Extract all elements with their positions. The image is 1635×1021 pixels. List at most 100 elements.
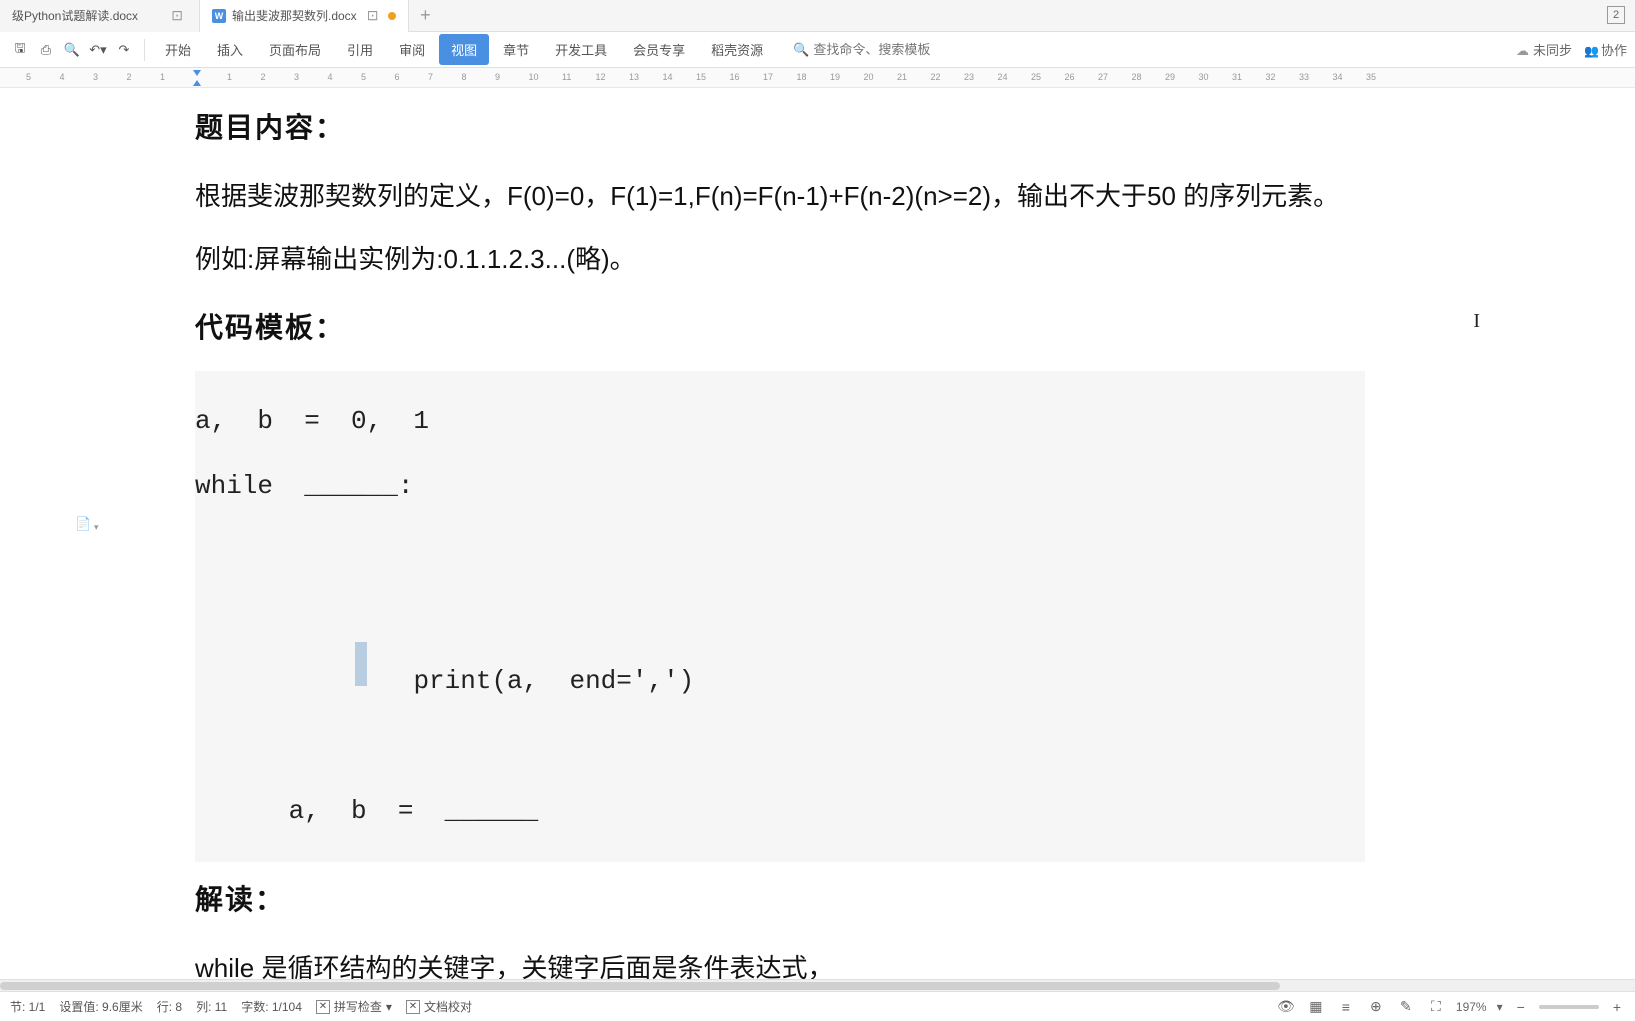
ruler-tick: 7: [428, 72, 433, 82]
page-thumbnail-caret-icon[interactable]: ▾: [94, 522, 99, 533]
spell-check-button[interactable]: ✕ 拼写检查 ▾: [316, 998, 392, 1015]
ruler-tick: 9: [495, 72, 500, 82]
heading-template: 代码模板：: [195, 294, 1365, 361]
sync-status[interactable]: 未同步: [1516, 40, 1572, 59]
menu-page-layout[interactable]: 页面布局: [257, 34, 333, 65]
text-cursor-icon: I: [1473, 310, 1480, 333]
search-input[interactable]: [813, 42, 953, 57]
menu-section[interactable]: 章节: [491, 34, 541, 65]
undo-icon[interactable]: ↶▾: [86, 38, 110, 62]
tab-title: 输出斐波那契数列.docx: [232, 7, 357, 24]
ruler-tick: 12: [596, 72, 606, 82]
ruler-indent-bottom-icon[interactable]: [193, 80, 201, 86]
document-area: ▾ I 题目内容： 根据斐波那契数列的定义，F(0)=0，F(1)=1,F(n)…: [0, 90, 1635, 991]
collab-button[interactable]: 协作: [1584, 40, 1627, 59]
code-line-3: print(a, end=','): [195, 519, 1365, 779]
doc-proof-button[interactable]: ✕ 文档校对: [406, 998, 472, 1015]
document-body[interactable]: 题目内容： 根据斐波那契数列的定义，F(0)=0，F(1)=1,F(n)=F(n…: [195, 90, 1365, 991]
tab-1[interactable]: 级Python试题解读.docx ⊡: [0, 0, 200, 32]
ruler-tick: 2: [261, 72, 266, 82]
save-icon[interactable]: 🖫: [8, 38, 32, 62]
tab-bar: 级Python试题解读.docx ⊡ W 输出斐波那契数列.docx ⊡ + 2: [0, 0, 1635, 32]
heading-explain: 解读：: [195, 866, 1365, 933]
ruler-tick: 30: [1199, 72, 1209, 82]
status-col[interactable]: 列: 11: [196, 998, 227, 1015]
ruler-tick: 15: [696, 72, 706, 82]
menu-view[interactable]: 视图: [439, 34, 489, 65]
horizontal-ruler[interactable]: 5432112345678910111213141516171819202122…: [0, 68, 1635, 88]
redo-icon[interactable]: ↷: [112, 38, 136, 62]
ruler-tick: 5: [26, 72, 31, 82]
ruler-tick: 21: [897, 72, 907, 82]
command-search[interactable]: 🔍: [793, 42, 953, 58]
ruler-tick: 20: [864, 72, 874, 82]
ruler-tick: 22: [931, 72, 941, 82]
ruler-tick: 23: [964, 72, 974, 82]
web-view-icon[interactable]: ⊕: [1366, 997, 1386, 1017]
ruler-tick: 26: [1065, 72, 1075, 82]
menu-insert[interactable]: 插入: [205, 34, 255, 65]
focus-view-icon[interactable]: ⛶: [1426, 997, 1446, 1017]
menu-member[interactable]: 会员专享: [621, 34, 697, 65]
menu-references[interactable]: 引用: [335, 34, 385, 65]
tab-close-icon[interactable]: ⊡: [363, 7, 383, 24]
x-box-icon: ✕: [406, 1000, 420, 1014]
zoom-caret-icon[interactable]: ▾: [1497, 1000, 1503, 1014]
menu-docer[interactable]: 稻壳资源: [699, 34, 775, 65]
ribbon-toolbar: 🖫 ⎙ 🔍 ↶▾ ↷ 开始 插入 页面布局 引用 审阅 视图 章节 开发工具 会…: [0, 32, 1635, 68]
tab-2[interactable]: W 输出斐波那契数列.docx ⊡: [200, 0, 409, 32]
ruler-tick: 1: [227, 72, 232, 82]
code-block: a, b = 0, 1 while ______: print(a, end='…: [195, 371, 1365, 862]
new-tab-button[interactable]: +: [409, 5, 441, 26]
tab-close-icon[interactable]: ⊡: [167, 7, 187, 24]
tab-title: 级Python试题解读.docx: [12, 7, 138, 24]
ruler-tick: 5: [361, 72, 366, 82]
ruler-tick: 3: [294, 72, 299, 82]
ruler-tick: 32: [1266, 72, 1276, 82]
print-preview-icon[interactable]: 🔍: [60, 38, 84, 62]
ruler-tick: 34: [1333, 72, 1343, 82]
problem-paragraph: 根据斐波那契数列的定义，F(0)=0，F(1)=1,F(n)=F(n-1)+F(…: [195, 165, 1365, 290]
print-icon[interactable]: ⎙: [34, 38, 58, 62]
modified-dot-icon: [388, 12, 396, 20]
status-words[interactable]: 字数: 1/104: [241, 998, 302, 1015]
page-view-icon[interactable]: ▦: [1306, 997, 1326, 1017]
code-line-1: a, b = 0, 1: [195, 389, 1365, 454]
separator: [144, 39, 145, 61]
zoom-out-button[interactable]: −: [1513, 999, 1529, 1015]
ruler-tick: 24: [998, 72, 1008, 82]
ruler-tick: 27: [1098, 72, 1108, 82]
ruler-tick: 17: [763, 72, 773, 82]
scroll-thumb[interactable]: [0, 982, 1280, 990]
ruler-tick: 18: [797, 72, 807, 82]
menu-start[interactable]: 开始: [153, 34, 203, 65]
ruler-tick: 14: [663, 72, 673, 82]
x-box-icon: ✕: [316, 1000, 330, 1014]
tab-count-badge[interactable]: 2: [1607, 6, 1625, 24]
toolbar-right: 未同步 协作: [1516, 40, 1627, 59]
zoom-level[interactable]: 197%: [1456, 1000, 1487, 1014]
page-thumbnail-icon[interactable]: [75, 515, 91, 535]
word-doc-icon: W: [212, 9, 226, 23]
status-setting[interactable]: 设置值: 9.6厘米: [59, 998, 142, 1015]
ruler-tick: 33: [1299, 72, 1309, 82]
dropdown-caret-icon: ▾: [386, 1000, 392, 1014]
menu-dev-tools[interactable]: 开发工具: [543, 34, 619, 65]
eye-view-icon[interactable]: 👁: [1276, 997, 1296, 1017]
read-view-icon[interactable]: ✎: [1396, 997, 1416, 1017]
status-section[interactable]: 节: 1/1: [10, 998, 45, 1015]
ruler-tick: 2: [127, 72, 132, 82]
ruler-tick: 11: [562, 72, 571, 82]
ruler-tick: 19: [830, 72, 840, 82]
zoom-in-button[interactable]: +: [1609, 999, 1625, 1015]
menu-review[interactable]: 审阅: [387, 34, 437, 65]
ruler-tick: 35: [1366, 72, 1376, 82]
outline-view-icon[interactable]: ≡: [1336, 997, 1356, 1017]
horizontal-scrollbar[interactable]: [0, 979, 1635, 991]
ruler-tick: 6: [395, 72, 400, 82]
zoom-slider[interactable]: [1539, 1005, 1599, 1009]
ruler-tick: 16: [730, 72, 740, 82]
ruler-indent-top-icon[interactable]: [193, 70, 201, 76]
ruler-tick: 4: [60, 72, 65, 82]
status-line[interactable]: 行: 8: [157, 998, 182, 1015]
